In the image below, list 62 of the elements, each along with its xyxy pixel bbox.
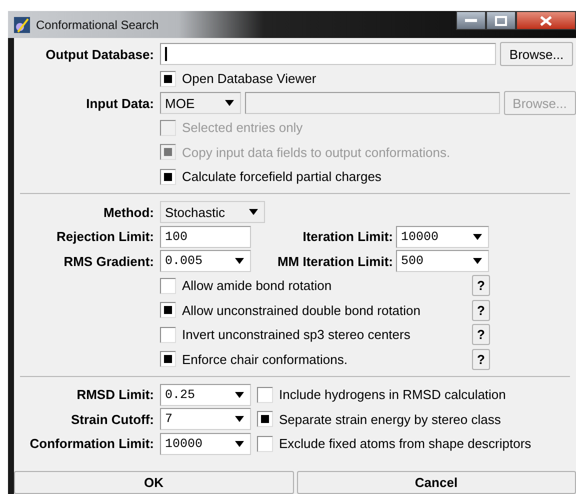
field-label: Strain Cutoff: — [70, 412, 155, 427]
caret-icon — [473, 234, 482, 240]
text-field[interactable]: 100 — [160, 226, 251, 248]
field-label: RMS Gradient: — [62, 254, 155, 269]
checkbox[interactable] — [257, 436, 273, 452]
caret-icon — [235, 392, 244, 398]
dropdown[interactable]: 10000 — [396, 226, 489, 248]
caret-icon — [249, 209, 258, 216]
field-label: Output Database: — [44, 46, 155, 62]
checkbox[interactable] — [160, 70, 176, 87]
caret-icon — [235, 416, 244, 422]
field-label: Iteration Limit: — [302, 229, 394, 244]
window-title: Conformational Search — [36, 18, 159, 32]
dialog-button[interactable]: Cancel — [296, 471, 576, 494]
help-button[interactable]: ? — [472, 275, 490, 296]
dialog-button[interactable]: OK — [14, 471, 294, 494]
checkbox-label: Allow amide bond rotation — [182, 278, 332, 294]
field-label: Conformation Limit: — [28, 436, 155, 452]
checkbox[interactable] — [160, 326, 176, 343]
caret-icon — [235, 258, 244, 264]
output-database-field[interactable] — [160, 43, 496, 66]
caret-icon — [473, 258, 482, 264]
field-label: MM Iteration Limit: — [276, 254, 394, 269]
checkbox[interactable] — [160, 351, 176, 368]
app-icon — [14, 16, 30, 32]
dropdown[interactable]: 500 — [396, 250, 489, 272]
field-label: Rejection Limit: — [55, 229, 155, 244]
checkbox[interactable] — [160, 302, 176, 318]
checkbox-label: Selected entries only — [182, 120, 303, 136]
checkbox-label: Include hydrogens in RMSD calculation — [279, 387, 506, 402]
checkbox[interactable] — [257, 411, 273, 428]
close-icon — [540, 16, 552, 26]
field-label: Method: — [102, 204, 155, 220]
checkbox-label: Open Database Viewer — [182, 71, 316, 86]
help-button[interactable]: ? — [472, 324, 490, 346]
field-label: Input Data: — [85, 96, 155, 111]
caret-icon — [225, 100, 234, 106]
checkbox-label: Calculate forcefield partial charges — [182, 169, 382, 184]
close-button[interactable] — [516, 11, 576, 30]
checkbox-label: Copy input data fields to output conformations. — [182, 144, 450, 160]
maximize-icon — [495, 16, 507, 26]
minimize-icon — [465, 18, 477, 22]
help-button[interactable]: ? — [472, 300, 490, 321]
checkbox-label: Enforce chair conformations. — [182, 352, 348, 367]
minimize-button[interactable] — [456, 11, 486, 30]
browse-button[interactable]: Browse... — [500, 42, 573, 66]
caret-icon — [235, 440, 244, 447]
checkbox-label: Separate strain energy by stereo class — [279, 412, 501, 427]
checkbox[interactable] — [160, 278, 176, 294]
checkbox-label: Exclude fixed atoms from shape descriptors — [279, 436, 532, 452]
dropdown[interactable]: 7 — [160, 408, 251, 430]
checkbox[interactable] — [257, 386, 273, 403]
checkbox-label: Invert unconstrained sp3 stereo centers — [182, 327, 410, 342]
maximize-button[interactable] — [486, 11, 516, 30]
checkbox[interactable] — [160, 168, 176, 185]
help-button[interactable]: ? — [472, 348, 490, 370]
field-label: RMSD Limit: — [76, 387, 155, 402]
dropdown[interactable]: 0.25 — [160, 384, 251, 406]
dropdown[interactable]: 0.005 — [160, 250, 251, 272]
dropdown[interactable]: 10000 — [160, 432, 251, 455]
dropdown[interactable]: Stochastic — [160, 201, 265, 224]
checkbox-label: Allow unconstrained double bond rotation — [182, 302, 421, 318]
